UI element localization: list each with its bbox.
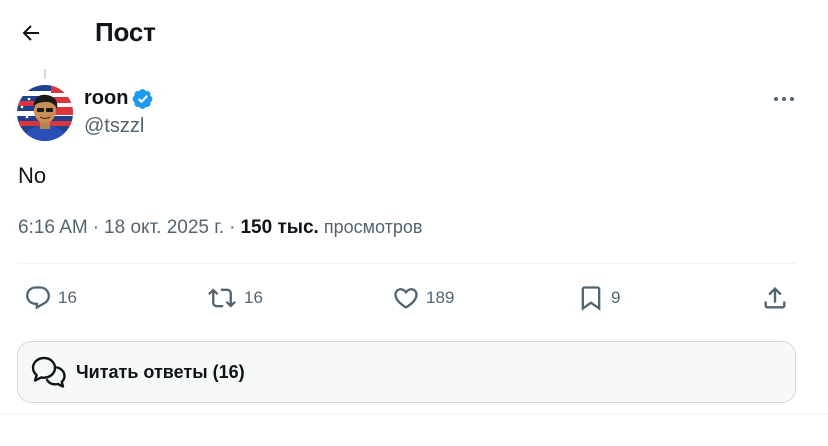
divider (18, 263, 796, 264)
bookmark-icon (581, 286, 601, 311)
meta-separator: · (92, 217, 100, 238)
author-name[interactable]: roon (84, 87, 128, 110)
share-button[interactable] (761, 284, 789, 312)
bookmark-count: 9 (611, 288, 621, 307)
share-icon (764, 287, 786, 309)
bookmark-button[interactable]: 9 (577, 284, 620, 312)
repost-icon (208, 288, 236, 308)
divider (0, 413, 828, 414)
post-date[interactable]: 18 окт. 2025 г. (104, 217, 224, 239)
author-handle[interactable]: @tszzl (84, 115, 144, 138)
reply-count: 16 (58, 288, 77, 307)
post-meta: 6:16 AM · 18 окт. 2025 г. · 150 тыс. про… (18, 217, 422, 239)
post-time[interactable]: 6:16 AM (18, 217, 88, 239)
like-count: 189 (426, 288, 455, 307)
more-icon (774, 97, 794, 101)
reply-button[interactable]: 16 (24, 284, 77, 312)
like-button[interactable]: 189 (392, 284, 454, 312)
more-button[interactable] (766, 85, 802, 113)
thread-line (44, 69, 46, 79)
page-title: Пост (95, 17, 156, 47)
avatar-image (17, 85, 73, 141)
views-count: 150 тыс. (240, 217, 319, 238)
back-button[interactable] (12, 14, 50, 52)
read-replies-button[interactable]: Читать ответы (16) (17, 341, 796, 403)
author-name-row: roon (84, 87, 154, 110)
repost-button[interactable]: 16 (206, 284, 263, 312)
verified-badge-icon[interactable] (132, 88, 154, 110)
repost-count: 16 (244, 288, 263, 307)
chat-bubbles-icon (30, 353, 68, 391)
post-text: No (18, 163, 47, 188)
views-label: просмотров (323, 217, 423, 237)
reply-icon (26, 286, 50, 310)
like-icon (394, 288, 418, 309)
top-bar: Пост (0, 0, 828, 66)
back-arrow-icon (22, 25, 39, 41)
read-replies-label: Читать ответы (16) (76, 361, 245, 382)
meta-separator: · (229, 217, 236, 238)
avatar[interactable] (17, 85, 73, 141)
